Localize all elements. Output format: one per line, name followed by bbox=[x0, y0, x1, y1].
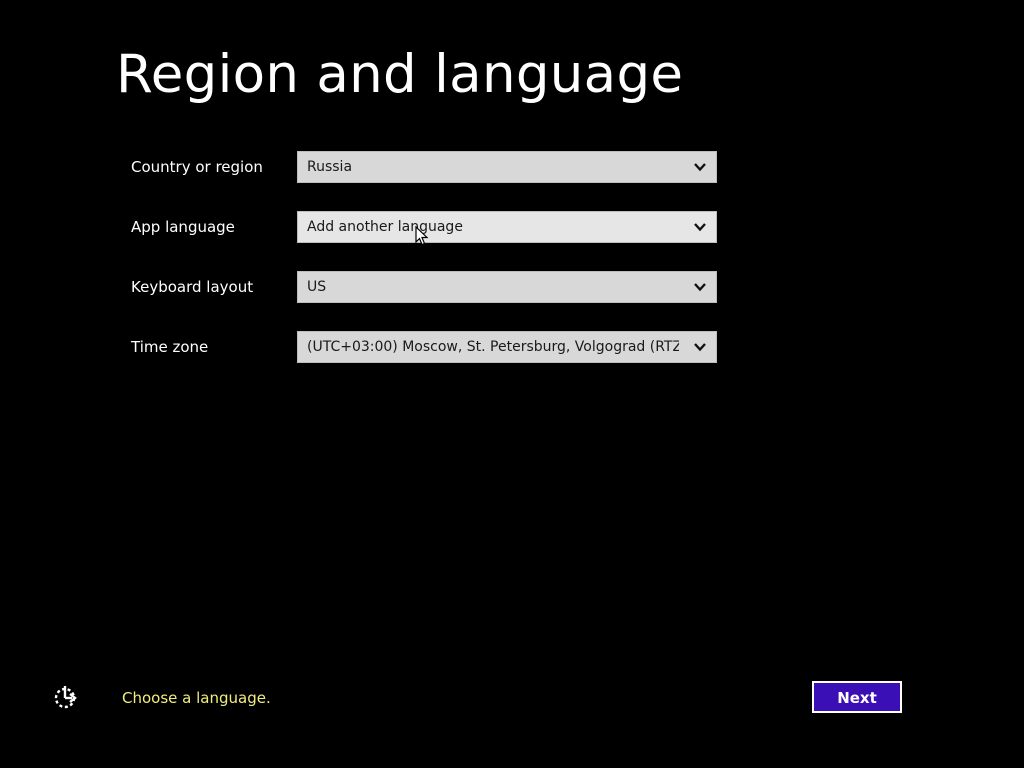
country-region-row: Country or region Russia bbox=[131, 151, 721, 183]
chevron-down-icon bbox=[694, 223, 706, 232]
setup-page: Region and language Country or region Ru… bbox=[0, 0, 1024, 768]
country-region-dropdown[interactable]: Russia bbox=[297, 151, 717, 183]
ease-of-access-icon[interactable] bbox=[52, 684, 80, 712]
country-region-label: Country or region bbox=[131, 158, 263, 176]
keyboard-layout-dropdown[interactable]: US bbox=[297, 271, 717, 303]
time-zone-label: Time zone bbox=[131, 338, 209, 356]
time-zone-value: (UTC+03:00) Moscow, St. Petersburg, Volg… bbox=[307, 339, 679, 355]
keyboard-layout-value: US bbox=[307, 279, 327, 295]
keyboard-layout-label: Keyboard layout bbox=[131, 278, 254, 296]
chevron-down-icon bbox=[694, 163, 706, 172]
keyboard-layout-row: Keyboard layout US bbox=[131, 271, 721, 303]
status-text: Choose a language. bbox=[122, 689, 271, 707]
app-language-dropdown[interactable]: Add another language bbox=[297, 211, 717, 243]
time-zone-dropdown[interactable]: (UTC+03:00) Moscow, St. Petersburg, Volg… bbox=[297, 331, 717, 363]
chevron-down-icon bbox=[694, 283, 706, 292]
app-language-value: Add another language bbox=[307, 219, 463, 235]
app-language-label: App language bbox=[131, 218, 235, 236]
country-region-value: Russia bbox=[307, 159, 353, 175]
next-button[interactable]: Next bbox=[812, 681, 902, 713]
mouse-cursor-icon bbox=[415, 226, 429, 246]
page-title: Region and language bbox=[116, 44, 684, 105]
chevron-down-icon bbox=[694, 343, 706, 352]
time-zone-row: Time zone (UTC+03:00) Moscow, St. Peters… bbox=[131, 331, 721, 363]
